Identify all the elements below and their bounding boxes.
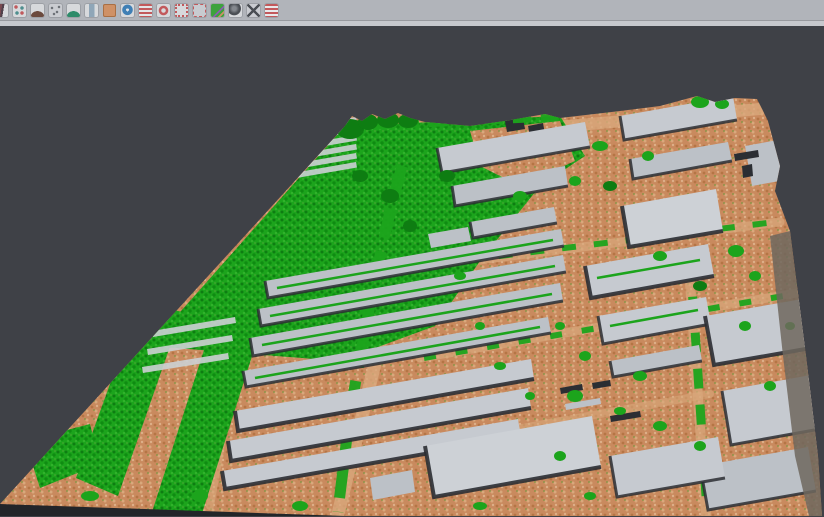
dem-icon[interactable] (67, 4, 80, 17)
globe-icon[interactable] (121, 4, 134, 17)
terrain-mesh (0, 86, 824, 516)
optimize-icon[interactable] (157, 4, 170, 17)
camera-sphere-icon[interactable] (229, 4, 242, 17)
crop-box-icon[interactable] (193, 4, 206, 17)
texture-icon[interactable] (0, 4, 8, 17)
align-list-icon[interactable] (139, 4, 152, 17)
column-icon[interactable] (85, 4, 98, 17)
main-toolbar (0, 0, 824, 20)
terrain-icon[interactable] (31, 4, 44, 17)
region-bounds-icon[interactable] (175, 4, 188, 17)
model-viewport[interactable] (0, 26, 824, 516)
sparse-cloud-icon[interactable] (49, 4, 62, 17)
classification-map-icon[interactable] (211, 4, 224, 17)
markers-icon[interactable] (247, 4, 260, 17)
orthomosaic-icon[interactable] (103, 4, 116, 17)
flag-stripes-icon[interactable] (265, 4, 278, 17)
classify-points-icon[interactable] (13, 4, 26, 17)
terrain-mesh-canvas (0, 26, 824, 516)
